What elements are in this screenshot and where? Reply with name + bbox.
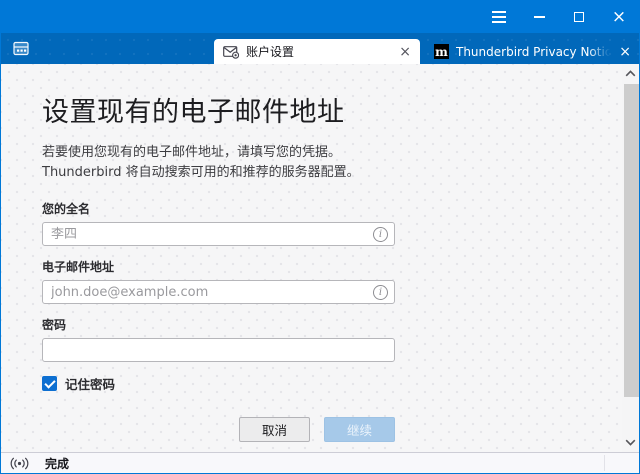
- full-name-input[interactable]: [42, 222, 395, 246]
- close-window-button[interactable]: ×: [599, 1, 639, 33]
- status-bar: 完成: [1, 452, 639, 473]
- app-menu-button[interactable]: [479, 1, 519, 33]
- tab-account-settings[interactable]: 账户设置 ×: [214, 39, 420, 64]
- page-title: 设置现有的电子邮件地址: [42, 90, 395, 129]
- continue-button[interactable]: 继续: [324, 417, 395, 442]
- statusbar-divider: [604, 455, 605, 471]
- scroll-down-button[interactable]: [622, 435, 639, 450]
- minimize-icon: [534, 16, 545, 18]
- chevron-down-icon: [625, 439, 636, 446]
- scroll-up-button[interactable]: [622, 66, 639, 81]
- hamburger-menu-icon: [492, 11, 506, 23]
- window-controls: ×: [479, 1, 639, 33]
- password-input[interactable]: [42, 338, 395, 362]
- email-input[interactable]: [42, 280, 395, 304]
- password-label: 密码: [42, 316, 395, 333]
- status-text: 完成: [45, 455, 69, 472]
- remember-password-row[interactable]: 记住密码: [42, 374, 395, 393]
- email-field-group: 电子邮件地址 i: [42, 258, 395, 304]
- tab-label: Thunderbird Privacy Notice — M: [456, 45, 610, 59]
- tab-label: 账户设置: [246, 43, 392, 60]
- account-settings-envelope-icon: [223, 45, 239, 59]
- tab-privacy-notice[interactable]: m Thunderbird Privacy Notice — M ×: [428, 39, 639, 64]
- vertical-scrollbar[interactable]: [622, 64, 639, 452]
- thunderbird-window: × 账户设置 × m Thunderbird Pr: [0, 0, 640, 474]
- tab-strip: 账户设置 × m Thunderbird Privacy Notice — M …: [1, 33, 639, 64]
- maximize-button[interactable]: [559, 1, 599, 33]
- account-setup-pane: 设置现有的电子邮件地址 若要使用您现有的电子邮件地址，请填写您的凭据。 Thun…: [1, 64, 639, 452]
- remember-password-checkbox[interactable]: [42, 376, 57, 391]
- info-icon[interactable]: i: [373, 227, 388, 242]
- action-buttons: 取消 继续: [42, 417, 395, 442]
- scrollbar-thumb[interactable]: [624, 84, 639, 397]
- intro-text: 若要使用您现有的电子邮件地址，请填写您的凭据。 Thunderbird 将自动搜…: [42, 143, 395, 182]
- tab-close-icon[interactable]: ×: [619, 45, 631, 59]
- minimize-button[interactable]: [519, 1, 559, 33]
- info-icon[interactable]: i: [373, 285, 388, 300]
- titlebar[interactable]: ×: [1, 1, 639, 33]
- intro-line-2: Thunderbird 将自动搜索可用的和推荐的服务器配置。: [42, 163, 395, 183]
- mozilla-favicon: m: [434, 44, 449, 59]
- maximize-icon: [574, 12, 584, 22]
- setup-form: 设置现有的电子邮件地址 若要使用您现有的电子邮件地址，请填写您的凭据。 Thun…: [42, 90, 395, 452]
- spaces-icon: [13, 41, 29, 56]
- tab-close-icon[interactable]: ×: [399, 45, 411, 59]
- remember-password-label: 记住密码: [65, 374, 115, 393]
- password-field-group: 密码: [42, 316, 395, 362]
- full-name-label: 您的全名: [42, 200, 395, 217]
- full-name-field-group: 您的全名 i: [42, 200, 395, 246]
- cancel-button[interactable]: 取消: [239, 417, 310, 442]
- chevron-up-icon: [625, 70, 636, 77]
- intro-line-1: 若要使用您现有的电子邮件地址，请填写您的凭据。: [42, 143, 395, 163]
- spaces-toolbar-button[interactable]: [12, 40, 30, 57]
- email-label: 电子邮件地址: [42, 258, 395, 275]
- activity-broadcast-icon[interactable]: [9, 457, 30, 470]
